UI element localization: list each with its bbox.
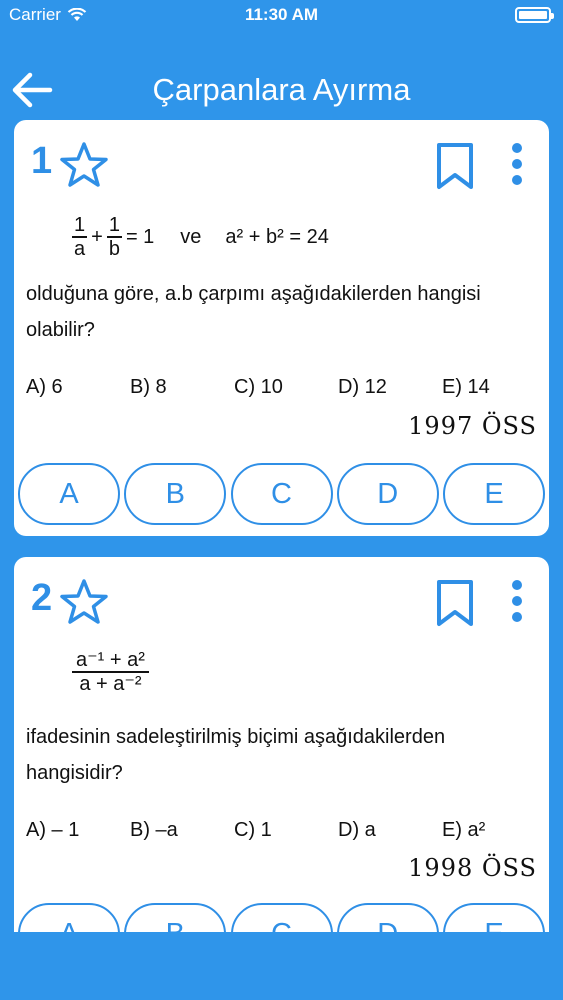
status-bar: Carrier 11:30 AM: [0, 0, 563, 30]
fraction-denominator: b: [108, 238, 120, 260]
fraction-numerator: 1: [72, 214, 88, 238]
question-text: ifadesinin sadeleştirilmiş biçimi aşağıd…: [26, 726, 446, 784]
more-vertical-icon[interactable]: [502, 577, 532, 627]
fraction: 1 b: [106, 214, 122, 260]
choice-e: E) 14: [442, 376, 490, 398]
battery-icon: [515, 7, 554, 23]
answer-button-c[interactable]: C: [230, 903, 333, 932]
answer-buttons: A B C D E: [18, 903, 545, 932]
formula-connector: ve: [180, 225, 202, 248]
choice-b: B) –a: [130, 819, 178, 841]
fraction-numerator: 1: [106, 214, 122, 238]
answer-button-d[interactable]: D: [336, 463, 439, 525]
answer-buttons: A B C D E: [18, 463, 545, 525]
answer-button-e[interactable]: E: [443, 463, 545, 525]
fraction-denominator: a + a⁻²: [79, 673, 142, 695]
choice-a: A) – 1: [26, 819, 80, 841]
fraction: 1 a: [72, 214, 88, 260]
question-card: 2 a⁻¹ + a² a + a⁻² ifadesinin sadeleştir…: [14, 557, 549, 932]
more-vertical-icon[interactable]: [502, 140, 532, 190]
formula-operator: +: [91, 225, 103, 248]
fraction-numerator: a⁻¹ + a²: [72, 649, 149, 673]
bookmark-icon[interactable]: [433, 579, 477, 627]
formula-equals: = 1: [125, 225, 155, 248]
choice-d: D) 12: [338, 376, 387, 398]
answer-button-c[interactable]: C: [230, 463, 333, 525]
bookmark-icon[interactable]: [433, 142, 477, 190]
question-card: 1 1 a + 1 b = 1 ve a² + b² = 24 olduğuna…: [14, 120, 549, 536]
choice-c: C) 1: [234, 819, 272, 841]
choice-list: A) – 1 B) –a C) 1 D) a E) a²: [26, 819, 546, 842]
answer-button-e[interactable]: E: [443, 903, 545, 932]
answer-button-d[interactable]: D: [336, 903, 439, 932]
choice-b: B) 8: [130, 376, 167, 398]
star-icon[interactable]: [58, 140, 110, 190]
choice-c: C) 10: [234, 376, 283, 398]
answer-button-b[interactable]: B: [124, 463, 227, 525]
question-source: 1997 ÖSS: [408, 412, 537, 440]
page-title: Çarpanlara Ayırma: [152, 72, 411, 107]
question-text: olduğuna göre, a.b çarpımı aşağıdakilerd…: [26, 283, 481, 341]
navigation-bar: Çarpanlara Ayırma: [0, 58, 563, 120]
question-source: 1998 ÖSS: [408, 854, 537, 882]
status-time: 11:30 AM: [244, 5, 319, 24]
answer-button-a[interactable]: A: [18, 903, 120, 932]
question-number: 1: [31, 140, 53, 182]
battery-indicator: [515, 7, 554, 23]
choice-list: A) 6 B) 8 C) 10 D) 12 E) 14: [26, 376, 546, 399]
answer-button-b[interactable]: B: [124, 903, 227, 932]
star-icon[interactable]: [58, 577, 110, 627]
choice-e: E) a²: [442, 819, 486, 841]
choice-a: A) 6: [26, 376, 63, 398]
choice-d: D) a: [338, 819, 376, 841]
fraction: a⁻¹ + a² a + a⁻²: [72, 649, 149, 695]
fraction-denominator: a: [74, 238, 86, 260]
answer-button-a[interactable]: A: [18, 463, 120, 525]
formula-rhs: a² + b² = 24: [225, 225, 329, 248]
question-formula: a⁻¹ + a² a + a⁻²: [72, 649, 149, 695]
question-list[interactable]: 1 1 a + 1 b = 1 ve a² + b² = 24 olduğuna…: [0, 120, 563, 932]
question-formula: 1 a + 1 b = 1 ve a² + b² = 24: [72, 214, 329, 260]
question-number: 2: [31, 577, 53, 619]
